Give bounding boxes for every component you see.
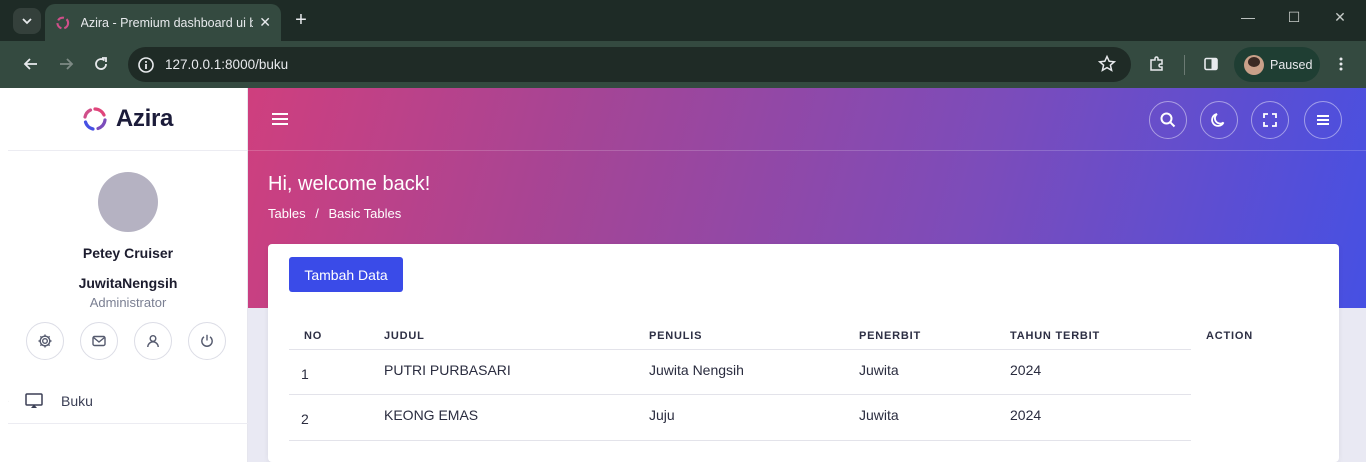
column-header-action: ACTION [1206, 330, 1253, 342]
settings-button[interactable] [26, 322, 64, 360]
top-navbar [248, 88, 1366, 151]
display-name: Petey Cruiser [82, 245, 174, 261]
chevron-down-icon [22, 18, 32, 25]
sidebar-item-buku[interactable]: Buku [8, 378, 248, 424]
brand-logo[interactable]: Azira [8, 88, 247, 151]
row-divider [289, 394, 1191, 395]
reload-button[interactable] [90, 53, 112, 75]
close-window-icon[interactable]: ✕ [1330, 9, 1350, 26]
breadcrumb: Tables / Basic Tables [268, 206, 407, 221]
fullscreen-button[interactable] [1251, 101, 1289, 139]
side-panel-icon [1204, 57, 1218, 71]
moon-icon [1211, 113, 1225, 127]
side-panel-button[interactable] [1200, 53, 1222, 75]
profile-status: Paused [1270, 57, 1313, 72]
monitor-icon [25, 392, 43, 408]
quick-actions [26, 322, 226, 360]
forward-button[interactable] [55, 53, 77, 75]
browser-menu-button[interactable] [1330, 53, 1352, 75]
puzzle-icon [1150, 56, 1163, 71]
add-data-button[interactable]: Tambah Data [289, 257, 403, 292]
address-bar[interactable]: 127.0.0.1:8000/buku [128, 47, 1131, 82]
page-title: Hi, welcome back! [268, 173, 431, 195]
logout-button[interactable] [188, 322, 226, 360]
tab-search-button[interactable] [13, 8, 41, 34]
page: Azira Petey Cruiser JuwitaNengsih Admini… [8, 88, 1366, 462]
browser-toolbar: 127.0.0.1:8000/buku Paused [0, 41, 1366, 88]
table-card: Tambah Data NO JUDUL PENULIS PENERBIT TA… [268, 244, 1339, 462]
stray-text: s [8, 394, 9, 406]
profile-avatar [1244, 54, 1264, 75]
user-role: Administrator [89, 295, 167, 310]
mail-icon [92, 335, 106, 347]
cell-tahun: 2024 [1010, 407, 1042, 423]
sidebar: Azira Petey Cruiser JuwitaNengsih Admini… [8, 88, 248, 462]
azira-favicon-icon [56, 16, 70, 29]
arrow-left-icon [23, 58, 37, 70]
sidebar-item-label: Buku [61, 392, 93, 409]
maximize-icon[interactable]: ☐ [1284, 9, 1304, 26]
column-header-judul: JUDUL [384, 330, 425, 342]
menu-button[interactable] [1304, 101, 1342, 139]
arrow-right-icon [60, 58, 74, 70]
browser-tab-strip: Azira - Premium dashboard ui b ✕ + — ☐ ✕ [0, 0, 1366, 41]
fullscreen-icon [1263, 113, 1277, 127]
cell-judul: KEONG EMAS [384, 407, 479, 423]
cell-no: 2 [301, 411, 309, 427]
tab-close-icon[interactable]: ✕ [259, 14, 271, 31]
user-icon [147, 335, 159, 348]
search-button[interactable] [1149, 101, 1187, 139]
column-header-no: NO [304, 330, 323, 342]
cell-judul: PUTRI PURBASARI [384, 362, 511, 378]
messages-button[interactable] [80, 322, 118, 360]
back-button[interactable] [20, 53, 42, 75]
minimize-icon[interactable]: — [1238, 9, 1258, 25]
main-content: Hi, welcome back! Tables / Basic Tables … [248, 88, 1366, 462]
column-header-penerbit: PENERBIT [859, 330, 922, 342]
dark-mode-button[interactable] [1200, 101, 1238, 139]
cell-penulis: Juju [649, 407, 675, 423]
column-header-penulis: PENULIS [649, 330, 703, 342]
menu-icon [1317, 115, 1329, 125]
column-header-tahun-terbit: TAHUN TERBIT [1010, 330, 1101, 342]
browser-tab[interactable]: Azira - Premium dashboard ui b ✕ [45, 4, 281, 41]
header-divider [289, 349, 1191, 350]
breadcrumb-item-tables[interactable]: Tables [268, 206, 306, 221]
site-info-icon[interactable] [136, 55, 156, 75]
avatar [98, 172, 158, 232]
profile-button[interactable] [134, 322, 172, 360]
kebab-menu-icon [1339, 57, 1343, 71]
breadcrumb-separator: / [315, 206, 319, 221]
new-tab-button[interactable]: + [290, 9, 312, 31]
url-text: 127.0.0.1:8000/buku [165, 57, 289, 72]
cell-no: 1 [301, 366, 309, 382]
toolbar-divider [1184, 55, 1185, 75]
gear-icon [38, 334, 52, 348]
profile-chip[interactable]: Paused [1234, 47, 1320, 82]
cell-penerbit: Juwita [859, 407, 899, 423]
row-divider [289, 440, 1191, 441]
breadcrumb-item-basic-tables: Basic Tables [328, 206, 402, 221]
username: JuwitaNengsih [78, 275, 178, 291]
power-icon [201, 334, 213, 347]
cell-penulis: Juwita Nengsih [649, 362, 744, 378]
sidebar-toggle-icon[interactable] [270, 109, 290, 129]
cell-tahun: 2024 [1010, 362, 1042, 378]
search-icon [1160, 112, 1176, 128]
brand-name: Azira [115, 105, 174, 132]
extensions-button[interactable] [1146, 53, 1168, 75]
reload-icon [95, 57, 107, 70]
bookmark-star-icon[interactable] [1097, 54, 1117, 74]
tab-title: Azira - Premium dashboard ui b [80, 15, 254, 30]
azira-logo-icon [83, 107, 107, 131]
cell-penerbit: Juwita [859, 362, 899, 378]
